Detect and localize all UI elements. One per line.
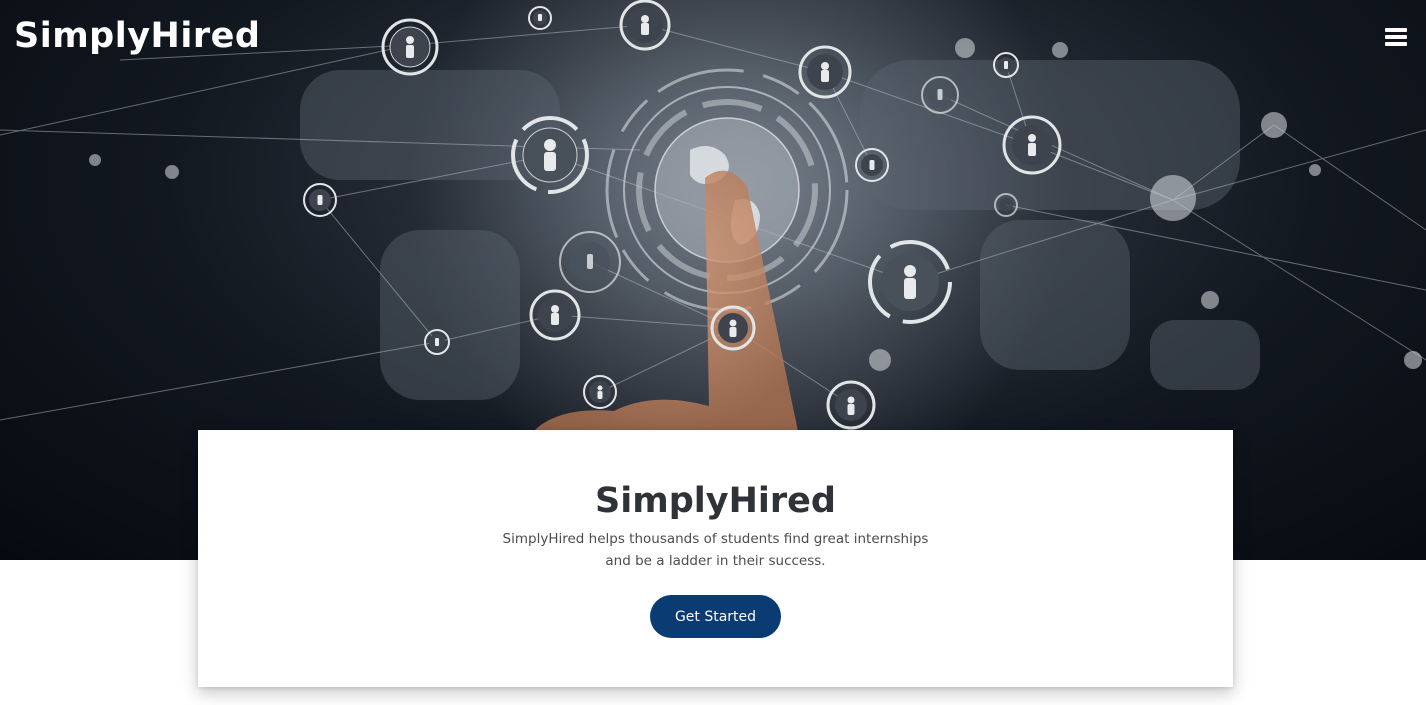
- card-title: SimplyHired: [595, 481, 836, 521]
- intro-card: SimplyHired SimplyHired helps thousands …: [198, 430, 1233, 687]
- get-started-button[interactable]: Get Started: [650, 595, 781, 638]
- menu-bar: [1385, 42, 1407, 46]
- menu-bar: [1385, 35, 1407, 39]
- logo[interactable]: SimplyHired: [14, 16, 260, 56]
- menu-bar: [1385, 28, 1407, 32]
- card-description: SimplyHired helps thousands of students …: [502, 531, 929, 569]
- hamburger-menu-icon[interactable]: [1385, 28, 1407, 46]
